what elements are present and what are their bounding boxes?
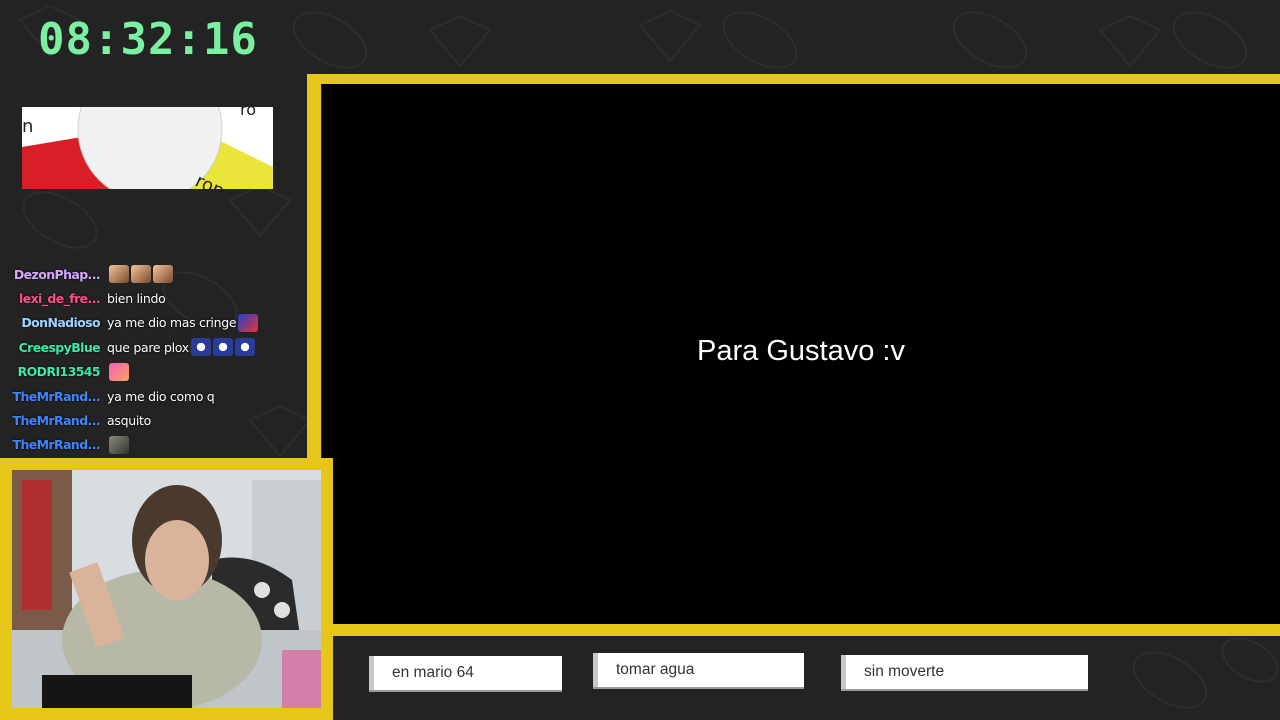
stream-clock: 08:32:16 — [38, 14, 258, 65]
svg-text:n: n — [22, 116, 33, 137]
chat-message: RODRI13545 — [0, 360, 300, 384]
chat-message-text: asquito — [107, 413, 151, 429]
scared-emote-icon — [234, 338, 255, 357]
chat-message: DonNadioso ya me dio mas cringe — [0, 311, 300, 335]
chat-username: RODRI13545 — [17, 364, 101, 380]
chat-username: TheMrRand... — [12, 388, 101, 404]
main-video-screen: Para Gustavo :v — [322, 84, 1280, 624]
chat-message-text: ya me dio como q — [107, 388, 215, 404]
chat-message: TheMrRand... — [0, 433, 300, 457]
scared-emote-icon — [212, 338, 233, 357]
chat-message-text: ya me dio mas cringe — [107, 315, 237, 331]
chat-message-body: bien lindo — [107, 291, 166, 307]
challenge-label-middle-text: tomar agua — [616, 661, 695, 678]
chat-message: TheMrRand... ya me dio como q — [0, 384, 300, 408]
chat-message-body — [107, 265, 173, 284]
video-caption: Para Gustavo :v — [697, 335, 905, 367]
chat-username: lexi_de_fre... — [19, 291, 101, 307]
chat-message: TheMrRand... asquito — [0, 408, 300, 432]
face-emote-icon — [109, 265, 129, 284]
chat-message-text: bien lindo — [107, 291, 166, 307]
face-emote-icon — [131, 265, 151, 284]
chat-username: TheMrRand... — [12, 437, 101, 453]
chat-message-body: ya me dio como q — [107, 388, 215, 404]
roulette-wheel-thumbnail: n ro ron — [22, 107, 273, 189]
challenge-label-middle: tomar agua — [593, 653, 804, 687]
chat-username: DezonPhap... — [13, 266, 101, 282]
challenge-label-right-text: sin moverte — [864, 663, 945, 680]
scared-emote-icon — [190, 338, 211, 357]
chat-message-body — [107, 362, 129, 381]
chat-message-body: ya me dio mas cringe — [107, 313, 259, 332]
chat-message-body: asquito — [107, 413, 151, 428]
svg-text:ro: ro — [240, 107, 256, 119]
chat-message: DezonPhap... — [0, 262, 300, 286]
sonic-emote-icon — [238, 313, 259, 332]
chat-message-body — [107, 435, 129, 454]
webcam-frame — [0, 458, 333, 720]
chat-message: lexi_de_fre... bien lindo — [0, 286, 300, 310]
chat-username: DonNadioso — [21, 315, 100, 331]
challenge-label-left: en mario 64 — [369, 656, 562, 690]
chat-overlay: DezonPhap... lexi_de_fre... bien lindo DonN… — [0, 262, 300, 457]
chat-username: TheMrRand... — [12, 413, 101, 429]
chat-message-text: que pare plox — [107, 339, 189, 355]
challenge-label-right: sin moverte — [841, 655, 1088, 689]
chat-message: CreespyBlue que pare plox — [0, 335, 300, 359]
cat-emote-icon — [109, 435, 129, 454]
webcam-feed — [12, 470, 321, 708]
face-emote-icon — [153, 265, 173, 284]
chat-message-body: que pare plox — [107, 338, 255, 357]
chat-username: CreespyBlue — [18, 339, 101, 355]
challenge-label-left-text: en mario 64 — [392, 664, 474, 681]
pink-emote-icon — [109, 362, 129, 381]
